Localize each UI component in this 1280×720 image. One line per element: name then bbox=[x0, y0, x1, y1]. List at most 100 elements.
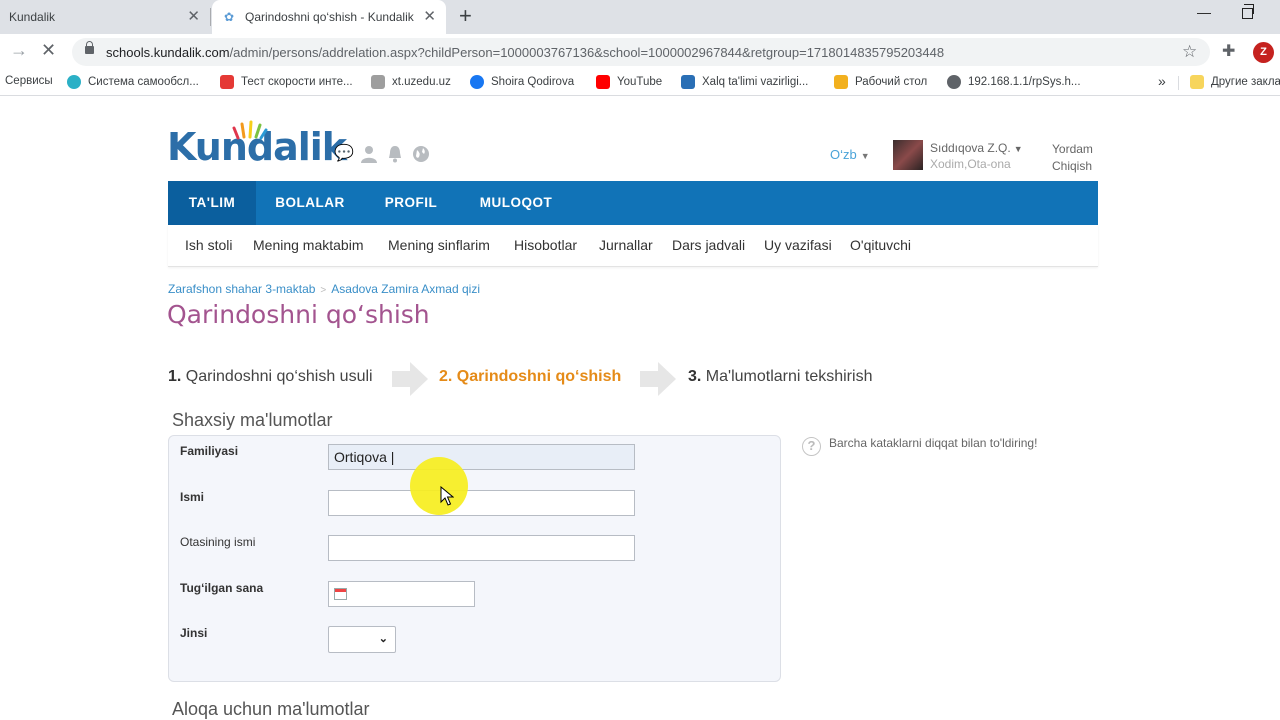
url-path: /admin/persons/addrelation.aspx?childPer… bbox=[229, 45, 945, 60]
close-icon[interactable]: ✕ bbox=[187, 9, 200, 24]
breadcrumb-student-link[interactable]: Asadova Zamira Axmad qizi bbox=[331, 282, 480, 296]
user-icon[interactable] bbox=[360, 145, 378, 163]
name-field[interactable] bbox=[328, 490, 635, 516]
breadcrumb-separator: > bbox=[320, 285, 327, 296]
bell-icon[interactable] bbox=[386, 145, 404, 163]
lock-icon[interactable] bbox=[85, 41, 94, 54]
logo-sun-rays-icon bbox=[232, 120, 268, 140]
nav-muloqot[interactable]: MULOQOT bbox=[458, 181, 574, 225]
step-label: Qarindoshni qo‘shish bbox=[456, 368, 622, 385]
subnav-item-uy-vazifasi[interactable]: Uy vazifasi bbox=[764, 237, 832, 253]
tab-title: Kundalik bbox=[9, 10, 56, 24]
browser-toolbar: → ✕ schools.kundalik.com/admin/persons/a… bbox=[0, 34, 1280, 70]
stop-loading-icon[interactable]: ✕ bbox=[41, 40, 56, 61]
bookmark-4[interactable]: Shoira Qodirova bbox=[470, 75, 574, 89]
question-mark-icon: ? bbox=[802, 437, 821, 456]
gender-label: Jinsi bbox=[180, 626, 208, 640]
bookmark-label: Другие заклад bbox=[1211, 76, 1280, 88]
speed-icon bbox=[220, 75, 234, 89]
calendar-icon[interactable] bbox=[334, 588, 347, 600]
bookmark-8[interactable]: 192.168.1.1/rpSys.h... bbox=[947, 75, 1081, 89]
language-label: O‘zb bbox=[830, 147, 857, 162]
subnav-item-oqituvchi[interactable]: O'qituvchi bbox=[850, 237, 911, 253]
contact-section-title: Aloqa uchun ma'lumotlar bbox=[172, 699, 370, 719]
page-title: Qarindoshni qo‘shish bbox=[167, 300, 430, 329]
bookmark-6[interactable]: Xalq ta'limi vazirligi... bbox=[681, 75, 808, 89]
breadcrumb-school-link[interactable]: Zarafshon shahar 3-maktab bbox=[168, 282, 315, 296]
bookmark-9[interactable]: Другие заклад bbox=[1190, 75, 1280, 89]
nav-talim[interactable]: TA'LIM bbox=[168, 181, 256, 225]
subnav-item-mening-maktabim[interactable]: Mening maktabim bbox=[253, 237, 364, 253]
wave-icon bbox=[67, 75, 81, 89]
subnav-item-ish-stoli[interactable]: Ish stoli bbox=[185, 237, 232, 253]
bookmark-label: xt.uzedu.uz bbox=[392, 76, 451, 88]
patronymic-field[interactable] bbox=[328, 535, 635, 561]
step-3[interactable]: 3. Ma'lumotlarni tekshirish bbox=[688, 368, 872, 386]
step-1[interactable]: 1. Qarindoshni qo‘shish usuli bbox=[168, 368, 373, 386]
subnav-item-hisobotlar[interactable]: Hisobotlar bbox=[514, 237, 577, 253]
wizard-steps: 1. Qarindoshni qo‘shish usuli 2. Qarindo… bbox=[168, 360, 928, 398]
logout-link[interactable]: Chiqish bbox=[1052, 159, 1092, 173]
avatar[interactable] bbox=[893, 140, 923, 170]
new-tab-plus-icon[interactable]: + bbox=[459, 5, 472, 27]
bookmark-1[interactable]: Система самообсл... bbox=[67, 75, 199, 89]
surname-label: Familiyasi bbox=[180, 444, 239, 458]
browser-tab-kundalik[interactable]: Kundalik ✕ bbox=[0, 0, 210, 34]
breadcrumb: Zarafshon shahar 3-maktab > Asadova Zamira… bbox=[168, 282, 480, 296]
address-bar[interactable]: schools.kundalik.com/admin/persons/addre… bbox=[72, 38, 1210, 66]
step-arrow-icon bbox=[640, 362, 676, 396]
bookmark-star-icon[interactable]: ☆ bbox=[1182, 42, 1197, 62]
forward-arrow-icon[interactable]: → bbox=[10, 40, 28, 61]
bookmark-label: Тест скорости инте... bbox=[241, 76, 353, 88]
nav-bolalar[interactable]: BOLALAR bbox=[256, 181, 364, 225]
bookmark-5[interactable]: YouTube bbox=[596, 75, 662, 89]
url-text[interactable]: schools.kundalik.com/admin/persons/addre… bbox=[106, 45, 944, 60]
browser-tab-add-relative[interactable]: ✿ Qarindoshni qo‘shish - Kundalik ✕ bbox=[212, 0, 446, 34]
bookmarks-overflow-icon[interactable]: » bbox=[1158, 73, 1166, 89]
gender-select[interactable]: ⌄ bbox=[328, 626, 396, 653]
tab-title: Qarindoshni qo‘shish - Kundalik bbox=[245, 10, 414, 24]
personal-info-form: Familiyasi Ismi Otasining ismi Tug‘ilgan… bbox=[168, 435, 781, 682]
birthdate-field[interactable] bbox=[328, 581, 475, 607]
bookmark-label: 192.168.1.1/rpSys.h... bbox=[968, 76, 1081, 88]
window-restore-icon[interactable] bbox=[1242, 4, 1254, 19]
profile-avatar[interactable]: Z bbox=[1253, 42, 1274, 63]
main-nav: TA'LIM BOLALAR PROFIL MULOQOT bbox=[168, 181, 1098, 225]
bookmark-label: Сервисы bbox=[5, 75, 53, 87]
bookmark-label: YouTube bbox=[617, 76, 663, 88]
url-host: schools.kundalik.com bbox=[106, 45, 230, 60]
bookmark-7[interactable]: Рабочий стол bbox=[834, 75, 927, 89]
subnav-item-dars-jadvali[interactable]: Dars jadvali bbox=[672, 237, 745, 253]
language-selector[interactable]: O‘zb ▼ bbox=[830, 147, 870, 162]
extensions-puzzle-icon[interactable]: ✚ bbox=[1222, 41, 1235, 61]
bookmark-label: Xalq ta'limi vazirligi... bbox=[702, 76, 809, 88]
bookmarks-divider bbox=[1178, 76, 1179, 90]
mouse-pointer-icon bbox=[440, 486, 454, 506]
globe-icon[interactable] bbox=[412, 145, 430, 163]
close-icon[interactable]: ✕ bbox=[423, 9, 436, 24]
bookmark-3[interactable]: xt.uzedu.uz bbox=[371, 75, 451, 89]
messages-icon[interactable]: 💬 bbox=[334, 145, 354, 163]
subnav-item-jurnallar[interactable]: Jurnallar bbox=[599, 237, 653, 253]
bookmark-0[interactable]: Сервисы bbox=[5, 75, 53, 87]
bookmark-label: Shoira Qodirova bbox=[491, 76, 575, 88]
step-number: 1. bbox=[168, 368, 182, 385]
birthdate-label: Tug‘ilgan sana bbox=[180, 581, 264, 595]
tab-divider bbox=[210, 8, 211, 26]
subnav-item-mening-sinflarim[interactable]: Mening sinflarim bbox=[388, 237, 490, 253]
sub-nav: Ish stoli Mening maktabim Mening sinflar… bbox=[168, 225, 1098, 267]
help-link[interactable]: Yordam bbox=[1052, 142, 1093, 156]
bulb-icon bbox=[834, 75, 848, 89]
patronymic-label: Otasining ismi bbox=[180, 535, 256, 549]
step-2[interactable]: 2. Qarindoshni qo‘shish bbox=[439, 368, 621, 386]
bookmark-label: Рабочий стол bbox=[855, 76, 928, 88]
youtube-icon bbox=[596, 75, 610, 89]
window-minimize-icon[interactable]: — bbox=[1197, 4, 1211, 20]
bookmarks-bar: Сервисы Система самообсл... Тест скорости … bbox=[0, 70, 1280, 96]
step-label: Qarindoshni qo‘shish usuli bbox=[185, 368, 373, 385]
nav-profil[interactable]: PROFIL bbox=[364, 181, 458, 225]
bookmark-2[interactable]: Тест скорости инте... bbox=[220, 75, 353, 89]
surname-field[interactable] bbox=[328, 444, 635, 470]
chevron-down-icon: ▼ bbox=[1013, 144, 1023, 154]
user-menu[interactable]: Sıddıqova Z.Q. ▼ bbox=[930, 141, 1023, 155]
